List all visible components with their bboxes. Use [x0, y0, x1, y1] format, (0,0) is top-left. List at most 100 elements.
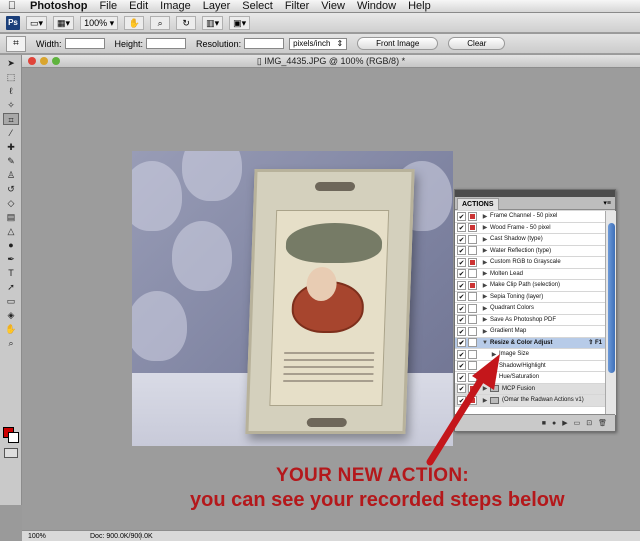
move-tool-icon[interactable]: ➤ — [3, 57, 19, 69]
panel-drag-bar[interactable] — [455, 190, 615, 197]
new-action-icon[interactable]: ⊡ — [586, 419, 592, 427]
dialog-toggle-icon[interactable] — [468, 326, 477, 336]
action-row[interactable]: ✔ ▶ Molten Lead — [455, 269, 605, 280]
actions-vertical-scrollbar[interactable] — [605, 211, 616, 415]
eraser-tool-icon[interactable]: ◇ — [3, 197, 19, 209]
toggle-item-checkbox[interactable]: ✔ — [457, 326, 466, 336]
toggle-item-checkbox[interactable]: ✔ — [457, 234, 466, 244]
status-zoom-level[interactable]: 100% — [28, 531, 46, 541]
disclosure-closed-icon[interactable]: ▶ — [480, 293, 490, 300]
resolution-input[interactable] — [244, 38, 285, 49]
dialog-toggle-icon[interactable] — [468, 303, 477, 313]
zoom-window-icon[interactable] — [52, 57, 60, 65]
toggle-item-checkbox[interactable]: ✔ — [457, 303, 466, 313]
action-row[interactable]: ✔ ▶ Water Reflection (type) — [455, 246, 605, 257]
action-row[interactable]: ✔ ▶ Frame Channel - 50 pixel — [455, 211, 605, 223]
action-row[interactable]: ✔ ▶ Gradient Map — [455, 326, 605, 338]
action-row[interactable]: ✔ ▶ Sepia Toning (layer) — [455, 292, 605, 303]
screen-mode-button[interactable]: ▣▾ — [229, 15, 251, 30]
new-set-icon[interactable]: ▭ — [574, 419, 581, 427]
rotate-view-icon[interactable]: ↻ — [176, 15, 197, 30]
history-brush-tool-icon[interactable]: ↺ — [3, 183, 19, 195]
blur-tool-icon[interactable]: △ — [3, 225, 19, 237]
menu-window[interactable]: Window — [351, 0, 402, 13]
zoom-tool-icon[interactable]: ⌕ — [3, 337, 19, 349]
action-row[interactable]: ✔ ▶ Make Clip Path (selection) — [455, 280, 605, 292]
play-icon[interactable]: ▶ — [562, 419, 567, 427]
toggle-item-checkbox[interactable]: ✔ — [457, 338, 466, 348]
menu-select[interactable]: Select — [236, 0, 279, 13]
disclosure-closed-icon[interactable]: ▶ — [480, 305, 490, 312]
hand-tool-icon[interactable]: ✋ — [3, 323, 19, 335]
action-row[interactable]: ✔ ▶ Custom RGB to Grayscale — [455, 257, 605, 269]
action-row[interactable]: ✔ ▶ Save As Photoshop PDF — [455, 315, 605, 326]
menu-help[interactable]: Help — [402, 0, 437, 13]
horizontal-scrollbar[interactable] — [140, 532, 640, 540]
record-icon[interactable]: ● — [552, 420, 556, 427]
clone-stamp-tool-icon[interactable]: ♙ — [3, 169, 19, 181]
toggle-item-checkbox[interactable]: ✔ — [457, 269, 466, 279]
disclosure-closed-icon[interactable]: ▶ — [480, 270, 490, 277]
quick-mask-icon[interactable] — [4, 448, 18, 458]
bridge-button[interactable]: ▭▾ — [26, 15, 48, 30]
menu-view[interactable]: View — [315, 0, 351, 13]
resolution-units-select[interactable]: pixels/inch ⇕ — [289, 37, 348, 50]
dialog-toggle-icon[interactable] — [468, 292, 477, 302]
disclosure-closed-icon[interactable]: ▶ — [480, 213, 490, 220]
menu-filter[interactable]: Filter — [279, 0, 315, 13]
path-selection-tool-icon[interactable]: ➚ — [3, 281, 19, 293]
disclosure-closed-icon[interactable]: ▶ — [480, 259, 490, 266]
menu-layer[interactable]: Layer — [197, 0, 237, 13]
pen-tool-icon[interactable]: ✒ — [3, 253, 19, 265]
disclosure-closed-icon[interactable]: ▶ — [480, 282, 490, 289]
toggle-item-checkbox[interactable]: ✔ — [457, 257, 466, 267]
dialog-toggle-icon[interactable] — [468, 269, 477, 279]
width-input[interactable] — [64, 38, 105, 49]
stop-icon[interactable]: ■ — [542, 420, 546, 427]
eyedropper-tool-icon[interactable]: ⁄ — [3, 127, 19, 139]
scrollbar-thumb[interactable] — [608, 223, 615, 373]
arrange-documents-button[interactable]: ▥▾ — [202, 15, 224, 30]
photoshop-logo-icon[interactable]: Ps — [6, 15, 20, 30]
background-color-swatch[interactable] — [8, 432, 19, 443]
disclosure-closed-icon[interactable]: ▶ — [480, 328, 490, 335]
minimize-window-icon[interactable] — [40, 57, 48, 65]
toggle-item-checkbox[interactable]: ✔ — [457, 292, 466, 302]
zoom-tool-icon[interactable]: ⌕ — [150, 15, 171, 30]
toggle-item-checkbox[interactable]: ✔ — [457, 315, 466, 325]
magic-wand-tool-icon[interactable]: ✧ — [3, 99, 19, 111]
dialog-toggle-icon[interactable] — [468, 223, 477, 233]
disclosure-open-icon[interactable]: ▼ — [480, 340, 490, 346]
panel-menu-icon[interactable]: ▾≡ — [603, 199, 611, 207]
action-row[interactable]: ✔ ▶ Quadrant Colors — [455, 303, 605, 315]
zoom-level-select[interactable]: 100% ▾ — [80, 15, 119, 30]
action-row[interactable]: ✔ ▶ Wood Frame - 50 pixel — [455, 223, 605, 234]
menu-app-photoshop[interactable]: Photoshop — [24, 0, 93, 13]
gradient-tool-icon[interactable]: ▤ — [3, 211, 19, 223]
marquee-tool-icon[interactable]: ⬚ — [3, 71, 19, 83]
action-row[interactable]: ✔ ▶ Cast Shadow (type) — [455, 234, 605, 246]
apple-icon[interactable]:  — [0, 0, 24, 12]
crop-tool-icon[interactable]: ⌗ — [3, 113, 19, 125]
front-image-button[interactable]: Front Image — [357, 37, 439, 50]
shape-tool-icon[interactable]: ▭ — [3, 295, 19, 307]
toggle-item-checkbox[interactable]: ✔ — [457, 211, 466, 221]
disclosure-closed-icon[interactable]: ▶ — [480, 236, 490, 243]
toggle-item-checkbox[interactable]: ✔ — [457, 280, 466, 290]
height-input[interactable] — [146, 38, 187, 49]
dialog-toggle-icon[interactable] — [468, 338, 477, 348]
dialog-toggle-icon[interactable] — [468, 315, 477, 325]
trash-icon[interactable]: 🗑 — [598, 419, 607, 427]
action-row[interactable]: ✔ ▼ Resize & Color Adjust ⇧ F1 — [455, 337, 605, 349]
disclosure-closed-icon[interactable]: ▶ — [480, 247, 490, 254]
menu-image[interactable]: Image — [154, 0, 197, 13]
brush-tool-icon[interactable]: ✎ — [3, 155, 19, 167]
disclosure-closed-icon[interactable]: ▶ — [480, 224, 490, 231]
dodge-tool-icon[interactable]: ● — [3, 239, 19, 251]
disclosure-closed-icon[interactable]: ▶ — [480, 316, 490, 323]
close-window-icon[interactable] — [28, 57, 36, 65]
menu-edit[interactable]: Edit — [123, 0, 154, 13]
lasso-tool-icon[interactable]: ℓ — [3, 85, 19, 97]
dialog-toggle-icon[interactable] — [468, 234, 477, 244]
3d-rotate-tool-icon[interactable]: ◈ — [3, 309, 19, 321]
